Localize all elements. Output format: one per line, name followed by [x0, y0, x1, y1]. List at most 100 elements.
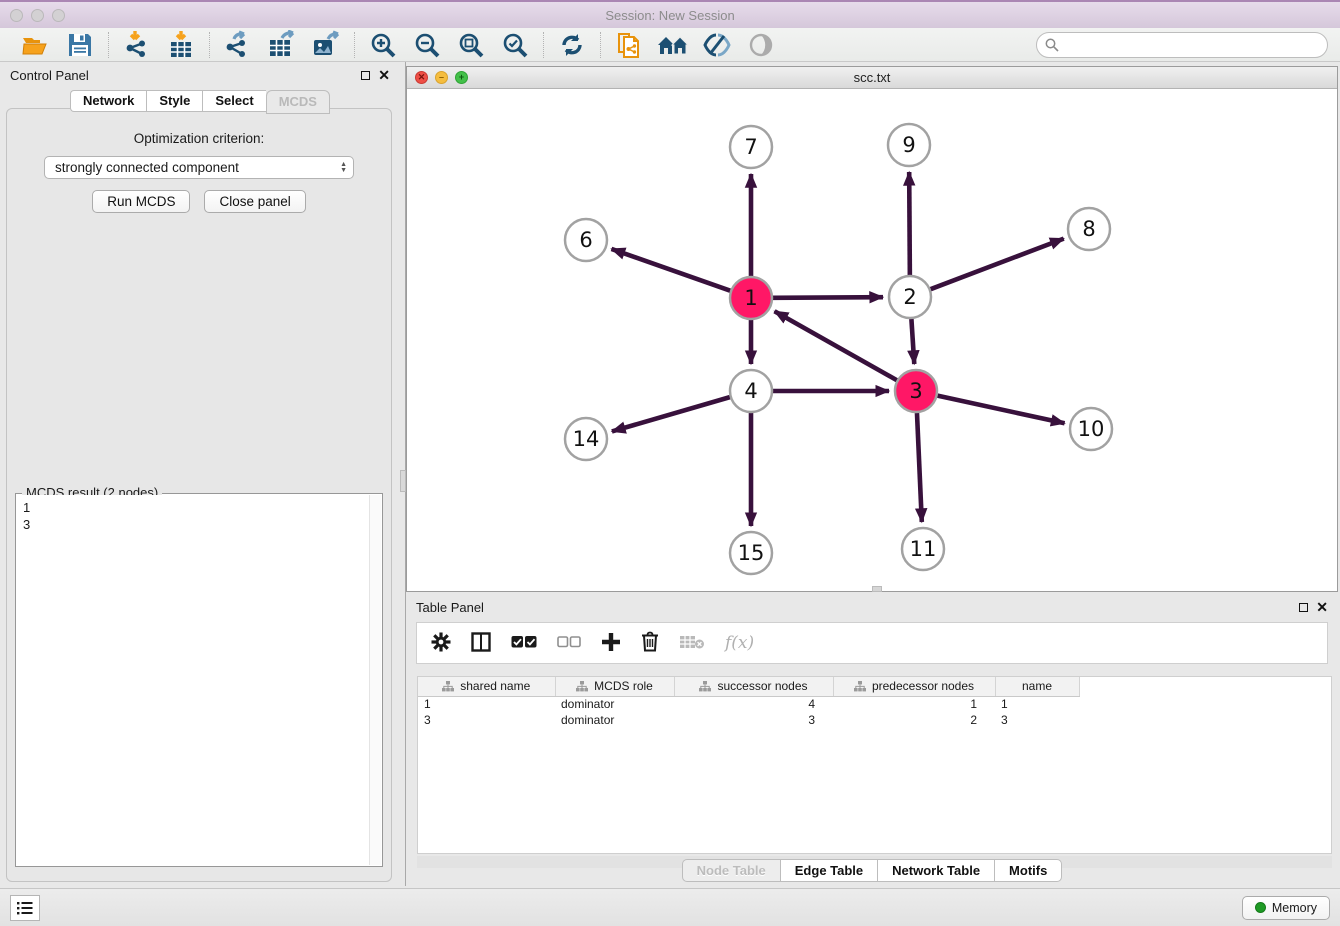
zoom-selected-icon[interactable]	[498, 30, 532, 60]
column-view-icon[interactable]	[471, 632, 491, 655]
column-header-name[interactable]: name	[995, 677, 1079, 696]
network-resize-grip[interactable]	[872, 586, 882, 592]
function-builder-icon[interactable]: f(x)	[725, 633, 754, 653]
search-input[interactable]	[1036, 32, 1328, 58]
table-row[interactable]: 3dominator323	[418, 712, 1091, 728]
birds-eye-view-icon[interactable]	[744, 30, 778, 60]
graph-edge-2-8[interactable]	[931, 239, 1064, 290]
graph-node-label: 4	[744, 379, 757, 403]
column-label: MCDS role	[594, 679, 653, 693]
table-row[interactable]: 1dominator411	[418, 696, 1091, 712]
memory-status-icon	[1255, 902, 1266, 913]
save-session-icon[interactable]	[63, 30, 97, 60]
criterion-value: strongly connected component	[55, 160, 239, 175]
delete-column-icon[interactable]	[641, 631, 659, 655]
table-panel-title: Table Panel	[416, 600, 484, 615]
zoom-in-icon[interactable]	[366, 30, 400, 60]
table-toolbar: f(x)	[416, 622, 1328, 664]
gear-icon[interactable]	[431, 632, 451, 655]
node-table[interactable]: shared name MCDS role successor nodes prede…	[417, 676, 1332, 854]
graph-node-label: 15	[738, 541, 765, 565]
tab-mcds[interactable]: MCDS	[266, 90, 330, 114]
import-table-icon[interactable]	[164, 30, 198, 60]
table-cell[interactable]: dominator	[555, 712, 674, 728]
memory-button[interactable]: Memory	[1242, 896, 1330, 920]
search-icon	[1045, 38, 1059, 55]
export-image-icon[interactable]	[309, 30, 343, 60]
new-network-from-selection-icon[interactable]	[612, 30, 646, 60]
graph-node-label: 7	[744, 135, 757, 159]
control-panel: Control Panel ✕ Network Style Select MCD…	[0, 62, 400, 886]
tab-select[interactable]: Select	[202, 90, 265, 112]
task-history-button[interactable]	[10, 895, 40, 921]
deselect-all-checkboxes-icon[interactable]	[557, 635, 581, 652]
table-cell[interactable]: 2	[833, 712, 995, 728]
graph-edge-4-14[interactable]	[612, 397, 730, 431]
tab-node-table[interactable]: Node Table	[682, 859, 780, 882]
table-cell[interactable]: 1	[418, 696, 555, 712]
column-header-MCDS-role[interactable]: MCDS role	[555, 677, 674, 696]
tab-edge-table[interactable]: Edge Table	[780, 859, 877, 882]
add-column-icon[interactable]	[601, 632, 621, 655]
open-session-icon[interactable]	[19, 30, 53, 60]
table-cell[interactable]: 3	[674, 712, 833, 728]
table-cell[interactable]: dominator	[555, 696, 674, 712]
network-window: ✕ – + scc.txt 7968124314101511	[406, 66, 1338, 592]
app-title: Session: New Session	[0, 8, 1340, 23]
mcds-result-line: 1	[23, 499, 363, 516]
mcds-result-line: 3	[23, 516, 363, 533]
close-panel-button[interactable]: Close panel	[204, 190, 305, 213]
mcds-panel-body: Optimization criterion: strongly connect…	[6, 108, 392, 882]
graph-edge-2-9[interactable]	[909, 172, 910, 275]
zoom-fit-icon[interactable]	[454, 30, 488, 60]
column-label: successor nodes	[717, 679, 807, 693]
network-title: scc.txt	[407, 70, 1337, 85]
graph-edge-3-10[interactable]	[937, 396, 1064, 424]
export-network-icon[interactable]	[221, 30, 255, 60]
zoom-out-icon[interactable]	[410, 30, 444, 60]
graph-edge-2-3[interactable]	[911, 319, 914, 364]
network-window-titlebar[interactable]: ✕ – + scc.txt	[407, 67, 1337, 89]
graph-edge-1-6[interactable]	[611, 249, 730, 291]
delete-table-icon[interactable]	[679, 634, 705, 653]
float-table-panel-icon[interactable]	[1299, 603, 1308, 612]
graph-edge-3-11[interactable]	[917, 413, 922, 522]
column-label: predecessor nodes	[872, 679, 974, 693]
table-cell[interactable]: 1	[995, 696, 1079, 712]
table-header-row[interactable]: shared name MCDS role successor nodes prede…	[418, 677, 1091, 696]
float-panel-icon[interactable]	[361, 71, 370, 80]
network-canvas[interactable]: 7968124314101511	[407, 89, 1337, 591]
result-scrollbar[interactable]	[369, 495, 381, 865]
column-header-predecessor-nodes[interactable]: predecessor nodes	[833, 677, 995, 696]
tab-motifs[interactable]: Motifs	[994, 859, 1062, 882]
graph-node-label: 2	[903, 285, 916, 309]
tab-network-table[interactable]: Network Table	[877, 859, 994, 882]
table-cell[interactable]: 1	[833, 696, 995, 712]
network-graph[interactable]: 7968124314101511	[407, 89, 1337, 591]
select-all-checkboxes-icon[interactable]	[511, 635, 537, 652]
graph-edge-3-1[interactable]	[775, 311, 897, 380]
close-table-panel-icon[interactable]: ✕	[1316, 600, 1328, 614]
close-panel-icon[interactable]: ✕	[378, 68, 390, 82]
tab-style[interactable]: Style	[146, 90, 202, 112]
hierarchy-icon	[699, 681, 711, 692]
graph-node-label: 11	[910, 537, 937, 561]
houses-icon[interactable]	[656, 30, 690, 60]
export-table-icon[interactable]	[265, 30, 299, 60]
mcds-result-list[interactable]: 1 3	[17, 495, 369, 865]
status-bar: Memory	[0, 888, 1340, 926]
run-mcds-button[interactable]: Run MCDS	[92, 190, 190, 213]
criterion-select[interactable]: strongly connected component ▲▼	[44, 156, 354, 179]
tab-network[interactable]: Network	[70, 90, 146, 112]
column-header-shared-name[interactable]: shared name	[418, 677, 555, 696]
table-cell[interactable]: 4	[674, 696, 833, 712]
graph-node-label: 3	[909, 379, 922, 403]
column-header-successor-nodes[interactable]: successor nodes	[674, 677, 833, 696]
table-cell[interactable]: 3	[418, 712, 555, 728]
graph-edge-1-2[interactable]	[773, 297, 883, 298]
apply-layout-icon[interactable]	[555, 30, 589, 60]
table-cell[interactable]: 3	[995, 712, 1079, 728]
import-network-icon[interactable]	[120, 30, 154, 60]
graph-node-label: 14	[573, 427, 600, 451]
hide-graphics-details-icon[interactable]	[700, 30, 734, 60]
